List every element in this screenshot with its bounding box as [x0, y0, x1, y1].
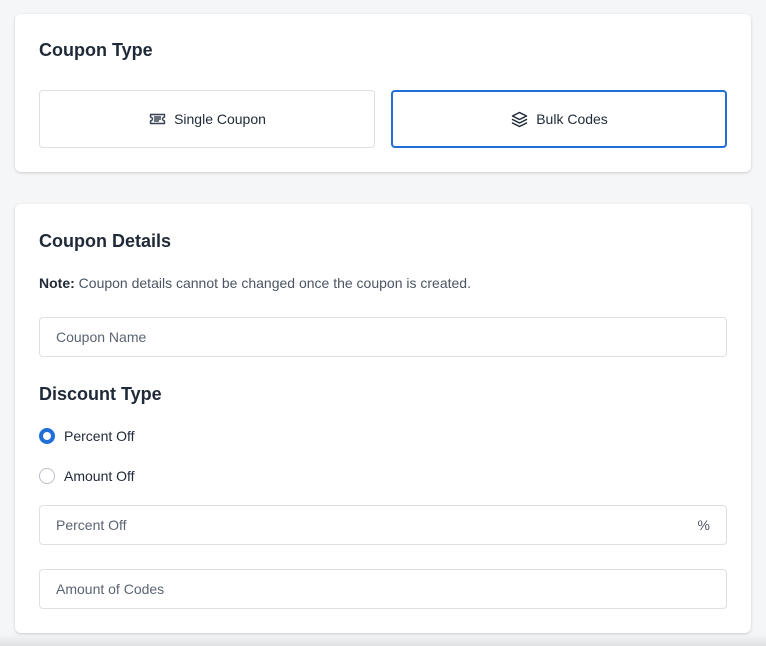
percent-off-field[interactable]: % — [39, 505, 727, 545]
coupon-name-input[interactable] — [56, 329, 710, 345]
percent-off-option[interactable]: Percent Off — [39, 428, 135, 444]
amount-of-codes-input[interactable] — [56, 581, 710, 597]
ticket-icon — [148, 110, 166, 128]
amount-off-option[interactable]: Amount Off — [39, 468, 135, 484]
percent-off-radio[interactable] — [39, 428, 55, 444]
layers-icon — [510, 110, 528, 128]
coupon-type-card: Coupon Type Single Coupon Bulk Codes — [15, 14, 751, 172]
note-text: Note: Coupon details cannot be changed o… — [39, 275, 471, 291]
percent-off-input[interactable] — [56, 517, 690, 533]
bottom-shadow — [0, 634, 766, 646]
note-body: Coupon details cannot be changed once th… — [78, 275, 471, 291]
percent-suffix: % — [697, 517, 710, 533]
coupon-details-card: Coupon Details Note: Coupon details cann… — [15, 204, 751, 633]
note-label: Note: — [39, 275, 75, 291]
coupon-name-field[interactable] — [39, 317, 727, 357]
bulk-codes-option[interactable]: Bulk Codes — [391, 90, 727, 148]
single-coupon-label: Single Coupon — [174, 111, 266, 127]
amount-off-radio[interactable] — [39, 468, 55, 484]
coupon-type-title: Coupon Type — [39, 40, 153, 60]
amount-of-codes-field[interactable] — [39, 569, 727, 609]
single-coupon-option[interactable]: Single Coupon — [39, 90, 375, 148]
coupon-details-title: Coupon Details — [39, 231, 172, 251]
bulk-codes-label: Bulk Codes — [536, 111, 608, 127]
amount-off-label: Amount Off — [64, 468, 135, 484]
percent-off-label: Percent Off — [64, 428, 135, 444]
discount-type-title: Discount Type — [39, 384, 162, 404]
